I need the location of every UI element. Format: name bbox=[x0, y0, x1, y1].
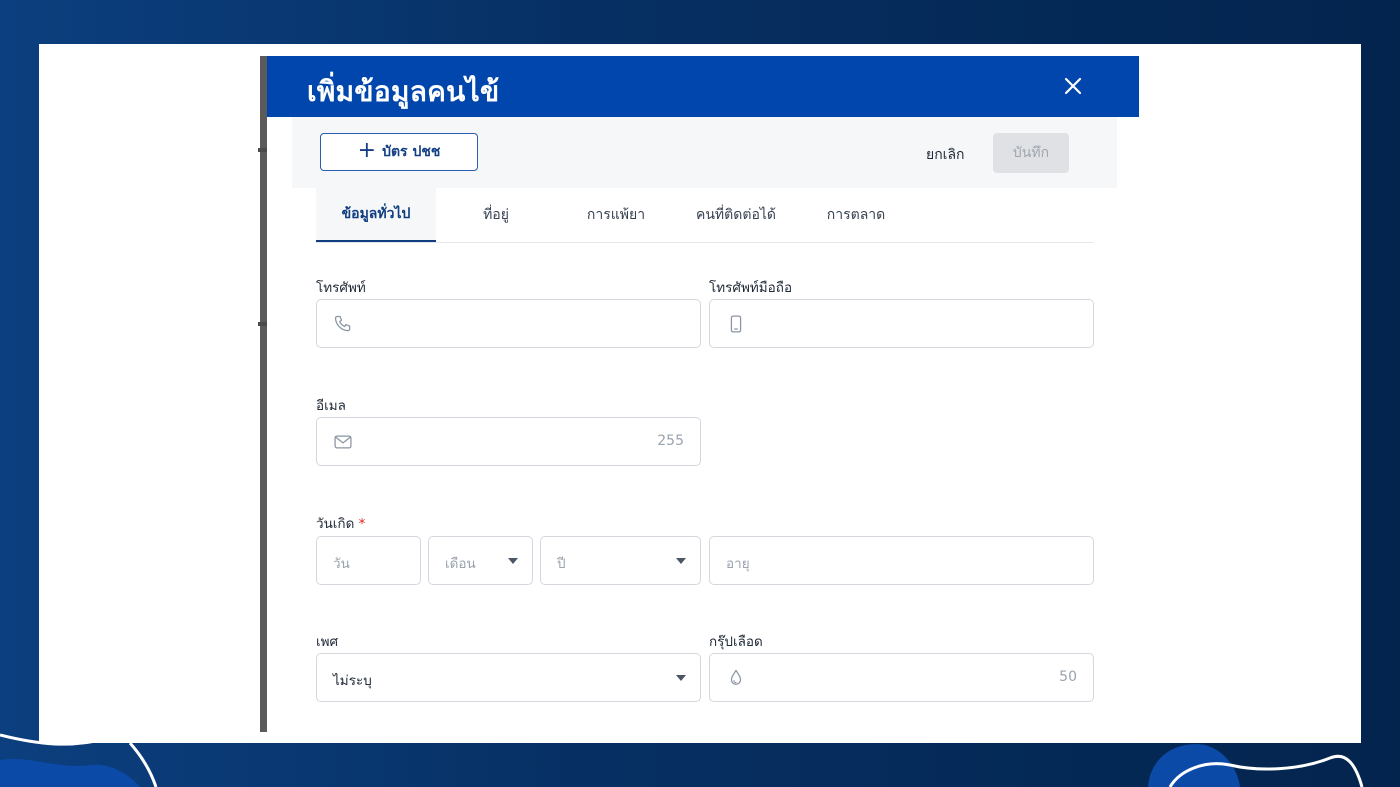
birthdate-label-text: วันเกิด bbox=[316, 516, 355, 532]
birth-day-placeholder: วัน bbox=[333, 556, 350, 572]
birth-month-select[interactable]: เดือน bbox=[428, 536, 533, 585]
edge-notch bbox=[258, 322, 267, 326]
gender-select[interactable]: ไม่ระบุ bbox=[316, 653, 701, 702]
close-icon[interactable] bbox=[1063, 76, 1083, 96]
blood-group-label: กรุ๊ปเลือด bbox=[709, 634, 763, 650]
tab-marketing[interactable]: การตลาด bbox=[796, 188, 916, 242]
left-panel-edge bbox=[258, 56, 267, 732]
mobile-field[interactable] bbox=[709, 299, 1094, 348]
id-card-button[interactable]: + บัตร ปชช bbox=[320, 133, 478, 171]
tab-drug-allergy[interactable]: การแพ้ยา bbox=[556, 188, 676, 242]
mail-icon bbox=[334, 435, 352, 449]
cancel-button[interactable]: ยกเลิก bbox=[926, 144, 965, 166]
birth-month-placeholder: เดือน bbox=[445, 556, 476, 572]
modal-header: เพิ่มข้อมูลคนไข้ bbox=[267, 56, 1139, 117]
edge-notch bbox=[258, 148, 267, 152]
phone-label: โทรศัพท์ bbox=[316, 280, 366, 296]
chevron-down-icon bbox=[508, 558, 518, 564]
age-placeholder: อายุ bbox=[726, 556, 750, 572]
id-card-button-label: บัตร ปชช bbox=[382, 144, 441, 160]
save-button[interactable]: บันทึก bbox=[993, 133, 1069, 173]
app-window: เพิ่มข้อมูลคนไข้ + บัตร ปชช ยกเลิก บันทึ… bbox=[39, 44, 1361, 743]
chevron-down-icon bbox=[676, 675, 686, 681]
gender-value: ไม่ระบุ bbox=[333, 673, 372, 689]
required-mark: * bbox=[358, 516, 366, 532]
blood-group-char-count: 50 bbox=[1059, 669, 1077, 685]
birth-year-placeholder: ปี bbox=[557, 556, 566, 572]
chevron-down-icon bbox=[676, 558, 686, 564]
phone-icon bbox=[334, 315, 351, 332]
droplet-icon bbox=[730, 669, 742, 685]
tab-address[interactable]: ที่อยู่ bbox=[436, 188, 556, 242]
age-field[interactable]: อายุ bbox=[709, 536, 1094, 585]
mobile-label: โทรศัพท์มือถือ bbox=[709, 280, 793, 296]
birth-year-select[interactable]: ปี bbox=[540, 536, 701, 585]
phone-field[interactable] bbox=[316, 299, 701, 348]
gender-label: เพศ bbox=[316, 634, 339, 650]
birthdate-label: วันเกิด * bbox=[316, 512, 365, 534]
birth-day-input[interactable]: วัน bbox=[316, 536, 421, 585]
plus-icon: + bbox=[357, 138, 377, 163]
email-char-count: 255 bbox=[657, 433, 684, 449]
tab-bar: ข้อมูลทั่วไป ที่อยู่ การแพ้ยา คนที่ติดต่… bbox=[316, 188, 1093, 243]
email-label: อีเมล bbox=[316, 398, 346, 414]
modal-action-bar: + บัตร ปชช ยกเลิก บันทึก bbox=[292, 117, 1117, 188]
mobile-phone-icon bbox=[730, 315, 742, 333]
tab-general-info[interactable]: ข้อมูลทั่วไป bbox=[316, 188, 436, 242]
email-field[interactable]: 255 bbox=[316, 417, 701, 466]
blood-group-field[interactable]: 50 bbox=[709, 653, 1094, 702]
tab-contacts[interactable]: คนที่ติดต่อได้ bbox=[676, 188, 796, 242]
add-patient-modal: เพิ่มข้อมูลคนไข้ + บัตร ปชช ยกเลิก บันทึ… bbox=[267, 56, 1139, 743]
modal-title: เพิ่มข้อมูลคนไข้ bbox=[307, 75, 500, 108]
